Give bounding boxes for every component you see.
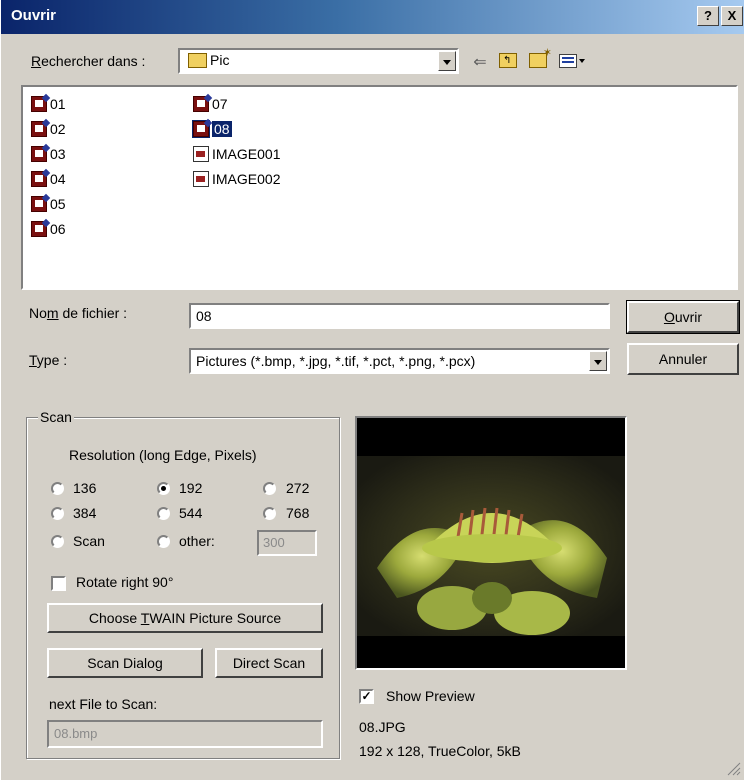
file-list[interactable]: 01 02 03 04 05 06 07 08 IMAGE001 IMAGE00… [21,85,738,290]
show-preview-checkbox[interactable]: ✓ [359,689,374,704]
radio-scan-label: Scan [73,533,105,549]
preview-filename: 08.JPG [359,719,406,735]
radio-384-label: 384 [73,505,97,521]
file-item-01[interactable]: 01 [31,93,66,115]
lookin-combo[interactable]: Pic [178,48,459,74]
radio-other[interactable] [157,535,170,548]
direct-scan-button[interactable]: Direct Scan [215,648,323,678]
close-button[interactable]: X [721,6,743,26]
filetype-combo[interactable]: Pictures (*.bmp, *.jpg, *.tif, *.pct, *.… [189,348,610,374]
title-bar: Ouvrir ? X [1,0,744,34]
radio-544[interactable] [157,507,170,520]
rotate-label: Rotate right 90° [76,574,174,590]
view-dropdown-icon[interactable] [579,59,585,63]
preview-frame [355,416,627,670]
other-resolution-value: 300 [263,535,285,550]
folder-icon [188,53,207,68]
filetype-dropdown-arrow[interactable] [589,351,607,371]
radio-384[interactable] [51,507,64,520]
rotate-checkbox[interactable] [51,576,66,591]
up-folder-icon[interactable]: ↰ [499,53,517,68]
scan-dialog-button[interactable]: Scan Dialog [47,648,203,678]
filename-input[interactable]: 08 [189,303,610,329]
flower-preview-image [357,456,625,636]
image-file-icon [31,171,47,187]
help-button[interactable]: ? [697,6,719,26]
lookin-label: Rechercher dans : [31,53,146,69]
file-item-image002[interactable]: IMAGE002 [193,168,280,190]
back-arrow-icon[interactable]: ⇐ [469,52,491,72]
resolution-label: Resolution (long Edge, Pixels) [69,447,257,463]
file-item-image001[interactable]: IMAGE001 [193,143,280,165]
filetype-value: Pictures (*.bmp, *.jpg, *.tif, *.pct, *.… [196,353,476,369]
radio-scan[interactable] [51,535,64,548]
open-button[interactable]: Ouvrir [626,300,740,334]
radio-136[interactable] [51,482,64,495]
radio-192[interactable] [157,482,170,495]
next-file-label: next File to Scan: [49,696,158,712]
choose-twain-button[interactable]: Choose TWAIN Picture Source [47,603,323,633]
file-item-07[interactable]: 07 [193,93,228,115]
other-resolution-input[interactable]: 300 [257,530,317,556]
radio-272[interactable] [263,482,276,495]
show-preview-label: Show Preview [386,688,475,704]
lookin-dropdown-arrow[interactable] [438,51,456,71]
image-file-icon [31,221,47,237]
radio-544-label: 544 [179,505,203,521]
window-title: Ouvrir [11,7,57,24]
image-file-icon [31,196,47,212]
radio-768[interactable] [263,507,276,520]
radio-other-label: other: [179,533,215,549]
file-item-05[interactable]: 05 [31,193,66,215]
filename-label: Nom de fichier : [29,305,128,321]
file-item-04[interactable]: 04 [31,168,66,190]
filetype-label: Type : [29,352,68,368]
resize-grip-icon[interactable] [725,760,741,776]
file-item-03[interactable]: 03 [31,143,66,165]
radio-136-label: 136 [73,480,97,496]
cancel-button[interactable]: Annuler [627,343,739,375]
image-file-icon [31,146,47,162]
scan-group-label: Scan [38,409,74,425]
image-file-icon [193,96,209,112]
next-file-value: 08.bmp [54,726,98,741]
image-file-icon [31,96,47,112]
radio-192-label: 192 [179,480,203,496]
image-file-icon [31,121,47,137]
open-dialog: Ouvrir ? X Rechercher dans : Pic ⇐ ↰ ✶ 0… [0,0,744,780]
radio-768-label: 768 [286,505,310,521]
image-file-icon [192,120,210,138]
radio-272-label: 272 [286,480,310,496]
lookin-value: Pic [210,52,230,68]
file-item-02[interactable]: 02 [31,118,66,140]
view-menu-icon[interactable] [559,54,577,68]
new-folder-icon[interactable]: ✶ [529,47,552,68]
preview-fileinfo: 192 x 128, TrueColor, 5kB [359,743,521,759]
document-file-icon [193,171,209,187]
document-file-icon [193,146,209,162]
file-item-06[interactable]: 06 [31,218,66,240]
next-file-input[interactable]: 08.bmp [47,720,323,748]
filename-value: 08 [196,308,212,324]
file-item-08[interactable]: 08 [192,118,232,140]
